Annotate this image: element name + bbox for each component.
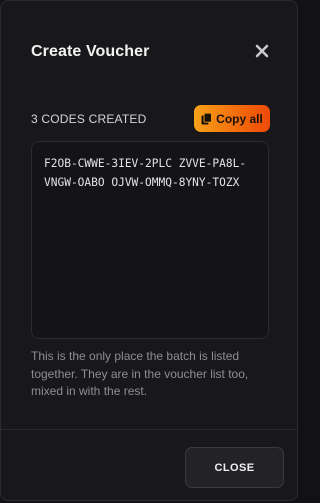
close-button[interactable]: CLOSE xyxy=(185,447,284,488)
dialog-title: Create Voucher xyxy=(31,43,150,60)
dialog-header: Create Voucher xyxy=(1,1,297,105)
copy-all-button[interactable]: Copy all xyxy=(194,105,270,132)
footer-divider xyxy=(1,429,297,430)
batch-note: This is the only place the batch is list… xyxy=(31,349,249,398)
codes-created-label: 3 CODES CREATED xyxy=(31,112,147,126)
copy-all-label: Copy all xyxy=(216,111,263,126)
close-x-icon[interactable] xyxy=(253,42,271,60)
copy-icon xyxy=(201,112,213,125)
create-voucher-dialog: Create Voucher 3 CODES CREATED Copy all … xyxy=(0,0,298,501)
codes-textarea[interactable]: F2OB-CWWE-3IEV-2PLC ZVVE-PA8L-VNGW-OABO … xyxy=(31,141,269,339)
